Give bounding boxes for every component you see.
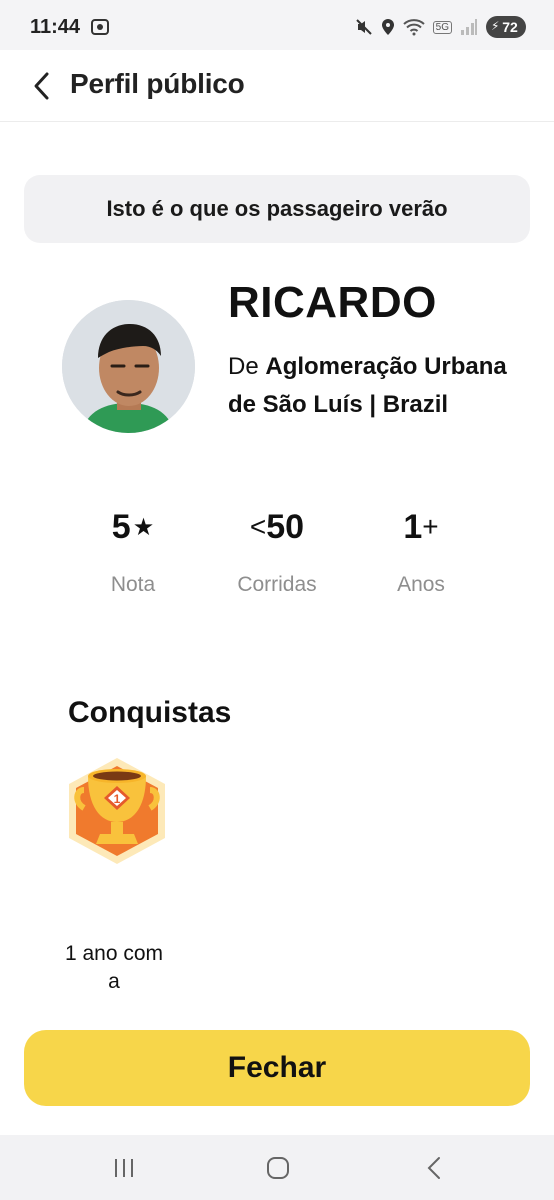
- stat-rating: 5 ★ Nota: [58, 505, 208, 597]
- stat-years-label: Anos: [397, 573, 445, 596]
- signal-icon: [460, 18, 478, 36]
- achievement-caption: 1 ano com a: [64, 942, 164, 993]
- stat-years-value: 1 +: [346, 505, 496, 549]
- back-chevron-icon: [427, 1157, 440, 1179]
- location-icon: [381, 18, 395, 36]
- trophy-badge-icon: 1: [69, 758, 165, 864]
- achievement-badge[interactable]: 1: [64, 756, 170, 866]
- stat-years-number: 1: [403, 507, 423, 546]
- screen-record-icon: [90, 17, 110, 37]
- back-button[interactable]: [26, 68, 58, 104]
- achievements-title: Conquistas: [68, 696, 232, 729]
- info-banner-text: Isto é o que os passageiro verão: [106, 196, 448, 221]
- stat-rating-number: 5: [111, 507, 131, 546]
- battery-level: 72: [502, 19, 518, 35]
- battery-icon: ⚡ 72: [486, 16, 526, 38]
- stat-rides-prefix: <: [249, 511, 267, 542]
- stat-rides-value: <50: [202, 505, 352, 549]
- mute-vibrate-icon: [355, 18, 373, 36]
- info-banner: Isto é o que os passageiro verão: [24, 175, 530, 243]
- stat-years-suffix: +: [422, 511, 439, 542]
- home-icon: [267, 1157, 289, 1179]
- system-back-button[interactable]: [414, 1153, 454, 1183]
- wifi-icon: [402, 18, 425, 36]
- stat-years: 1 + Anos: [346, 505, 496, 597]
- status-icons: 5G ⚡ 72: [355, 14, 526, 40]
- charging-icon: ⚡: [491, 19, 500, 33]
- app-header: Perfil público: [0, 50, 554, 122]
- status-time: 11:44: [30, 16, 81, 38]
- recent-apps-button[interactable]: [104, 1153, 144, 1183]
- stat-rating-value: 5 ★: [58, 505, 208, 549]
- stat-rides: <50 Corridas: [202, 505, 352, 597]
- system-nav-bar: [0, 1135, 554, 1200]
- status-bar: 11:44 5G ⚡ 72: [0, 0, 554, 50]
- stat-rides-label: Corridas: [237, 573, 317, 596]
- network-type-label: 5G: [432, 20, 452, 34]
- origin-place: Aglomeração Urbana de São Luís | Brazil: [228, 353, 507, 418]
- stat-rides-number: 50: [266, 507, 305, 546]
- badge-number: 1: [114, 792, 121, 806]
- star-icon: ★: [132, 513, 155, 541]
- chevron-left-icon: [34, 72, 49, 100]
- avatar: [62, 300, 195, 433]
- page-title: Perfil público: [70, 68, 245, 99]
- close-button[interactable]: Fechar: [24, 1030, 530, 1106]
- origin-prefix: De: [228, 353, 266, 380]
- recent-apps-icon: [115, 1159, 133, 1177]
- home-button[interactable]: [258, 1153, 298, 1183]
- profile-photo: [62, 300, 195, 433]
- driver-name: RICARDO: [228, 278, 437, 327]
- driver-origin: De Aglomeração Urbana de São Luís | Braz…: [228, 348, 518, 424]
- stat-rating-label: Nota: [110, 573, 156, 596]
